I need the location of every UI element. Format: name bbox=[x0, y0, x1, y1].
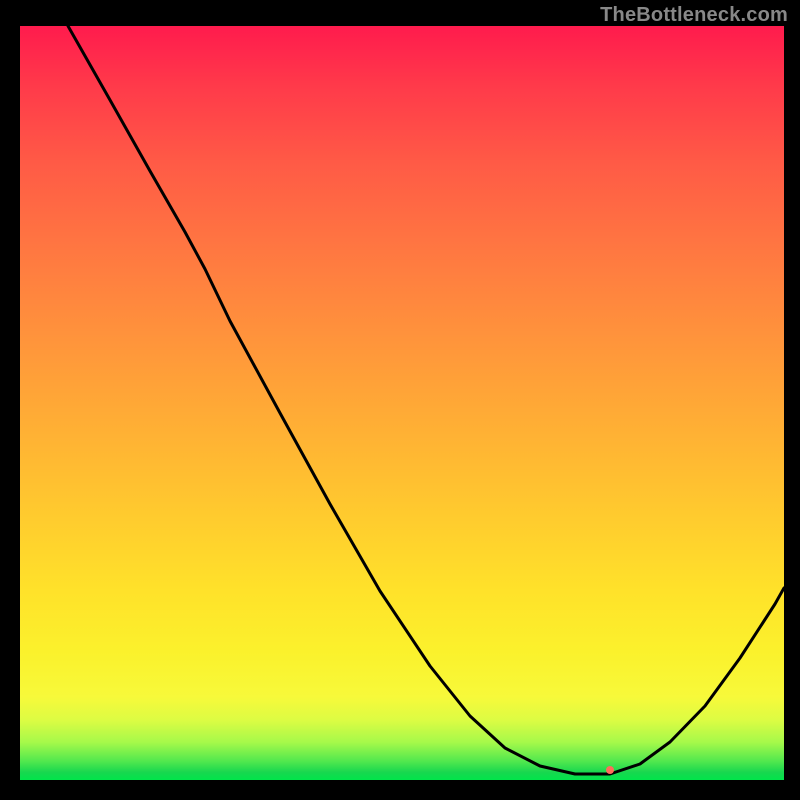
chart-container: TheBottleneck.com bbox=[0, 0, 800, 800]
plot-area bbox=[20, 26, 784, 780]
curve-svg bbox=[20, 26, 784, 780]
watermark-text: TheBottleneck.com bbox=[600, 4, 788, 27]
bottleneck-curve bbox=[68, 26, 784, 774]
minimum-dot-icon bbox=[606, 766, 614, 774]
